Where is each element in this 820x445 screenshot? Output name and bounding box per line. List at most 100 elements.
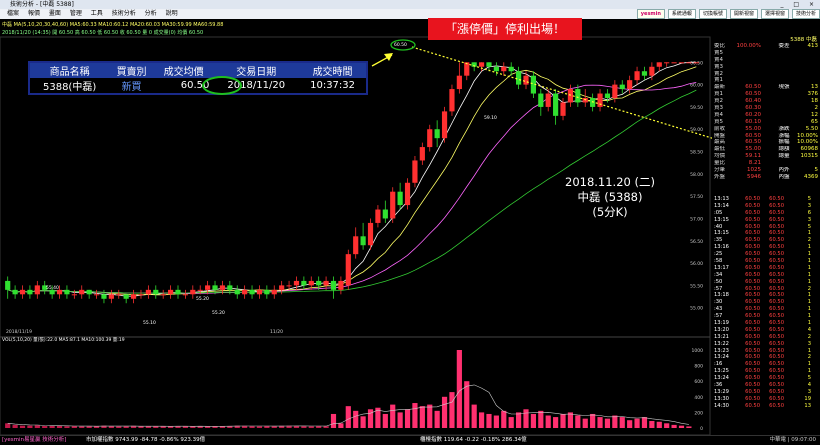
tick-time: 13:24 [714, 375, 729, 382]
volume-bar [79, 426, 85, 428]
candle-body [256, 289, 263, 295]
order-book-label: 賣5 [714, 49, 723, 56]
order-book-v1 [735, 64, 763, 71]
tick-row: 14:30 60.50 60.50 13 [712, 403, 820, 410]
tick-bid: 60.50 [745, 251, 760, 258]
volume-bar [19, 425, 26, 428]
order-book-label: 賣4 [714, 56, 723, 63]
tick-bid: 60.50 [745, 326, 760, 333]
volume-bar [523, 409, 529, 428]
tick-bid: 60.50 [745, 361, 760, 368]
volume-bar [345, 406, 351, 428]
order-book-v1: 60.30 [745, 105, 762, 112]
candle-body [12, 289, 18, 295]
tick-ask: 60.50 [769, 237, 784, 244]
status-bar: [yesmin易星贏 技術分析] 市加權指數 9743.99 -84.78 -0… [0, 435, 820, 445]
tick-bid: 60.50 [745, 388, 760, 395]
volume-bar [49, 425, 55, 428]
order-book-row: 分筆 1025 內外 5 [712, 167, 820, 174]
volume-bar [612, 415, 618, 428]
tick-bid: 60.50 [745, 237, 760, 244]
order-book-v1: 60.50 [745, 84, 762, 91]
candle-body [508, 66, 514, 72]
tick-vol: 3 [807, 202, 811, 209]
tick-time: :30 [714, 299, 723, 306]
order-book-row: 賣1 [712, 77, 820, 84]
volume-bar [649, 420, 655, 428]
volume-bar [160, 426, 166, 428]
dip-price-label: 59.10 [484, 115, 497, 121]
candle-body [71, 294, 77, 296]
candle-body [560, 102, 566, 116]
order-book-row: 外盤 5946 內盤 4369 [712, 174, 820, 181]
volume-bar [93, 426, 100, 428]
candle-body [130, 294, 137, 299]
order-book-v2 [763, 98, 791, 105]
order-book-v3: 12 [811, 111, 818, 118]
candle-body [493, 66, 499, 72]
tick-vol: 1 [807, 230, 811, 237]
volume-axis-label: 400 [694, 395, 703, 401]
candle-body [279, 285, 285, 290]
candle-body [597, 93, 603, 107]
tick-list[interactable]: 13:13 60.50 60.50 5 13:14 60.50 60.50 3:05 60.50… [712, 196, 820, 434]
tick-bid: 60.50 [745, 216, 760, 223]
tick-bid: 60.50 [745, 223, 760, 230]
tick-row: :40 60.50 60.50 5 [712, 224, 820, 231]
candle-body [19, 289, 26, 295]
candle-body [412, 160, 418, 183]
order-book-v1: 1025 [747, 167, 762, 174]
candle-body [464, 62, 470, 76]
status-app-name: [yesmin易星贏 技術分析] [2, 437, 67, 443]
tick-bid: 60.50 [745, 395, 760, 402]
candle-body [101, 294, 107, 299]
price-axis-label: 56.50 [690, 239, 703, 245]
order-book-label: 外盤 [714, 173, 726, 180]
candle-body [271, 289, 277, 295]
volume-bar [434, 410, 440, 428]
order-book-v2 [763, 50, 791, 57]
candle-body [197, 289, 203, 291]
order-book-v3 [792, 160, 820, 167]
order-book-v1 [735, 50, 763, 57]
volume-bar [678, 425, 685, 428]
volume-bar [197, 426, 203, 428]
tick-vol: 2 [807, 333, 811, 340]
volume-info-label: VOL(5,10,20) 量(張):22.0 MA5:87.1 MA10:100… [2, 336, 125, 343]
candle-body [219, 285, 226, 290]
order-book-row: 前收 55.00 漲跌 5.50 [712, 126, 820, 133]
candle-body [79, 289, 85, 295]
volume-bar [471, 404, 477, 428]
price-axis-label: 55.00 [690, 306, 703, 312]
candle-body [360, 236, 366, 246]
tick-bid: 60.50 [745, 258, 760, 265]
candle-body [86, 289, 92, 295]
tick-ask: 60.50 [769, 388, 784, 395]
cell-trade-time: 10:37:32 [299, 78, 366, 93]
candle-body [516, 71, 522, 85]
tick-vol: 1 [807, 278, 811, 285]
tick-ask: 60.50 [769, 251, 784, 258]
tick-time: 13:14 [714, 202, 729, 209]
tick-bid: 60.50 [745, 340, 760, 347]
tick-row: 13:24 60.50 60.50 5 [712, 375, 820, 382]
tick-time: :58 [714, 258, 723, 265]
volume-bar [397, 412, 403, 428]
tick-row: :58 60.50 60.50 1 [712, 258, 820, 265]
candle-body [338, 280, 344, 290]
order-book-label: 分筆 [714, 167, 726, 174]
low-price-label-1: 55.20 [196, 296, 209, 302]
candle-body [264, 289, 270, 295]
tick-vol: 19 [804, 395, 811, 402]
tick-bid: 60.50 [745, 299, 760, 306]
volume-bar [641, 417, 648, 428]
volume-bar [464, 381, 470, 428]
candle-body [619, 84, 625, 90]
volume-bar [501, 410, 507, 428]
low-price-label-3: 55.20 [212, 310, 225, 316]
tick-time: 13:24 [714, 354, 729, 361]
tick-time: 13:20 [714, 326, 729, 333]
tick-ask: 60.50 [769, 258, 784, 265]
tick-time: 13:16 [714, 244, 729, 251]
volume-bar [508, 417, 514, 428]
